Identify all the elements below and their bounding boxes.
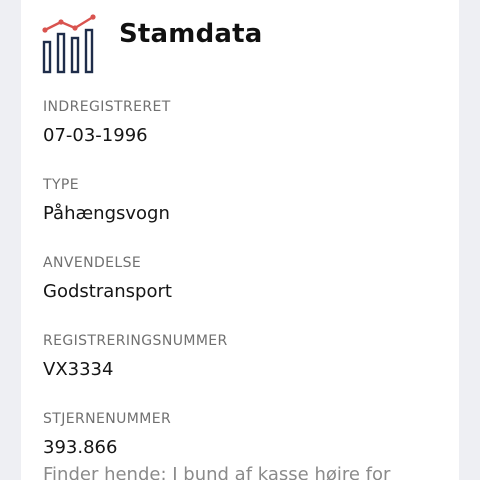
field-usage: ANVENDELSE Godstransport <box>43 254 443 304</box>
field-registered-label: INDREGISTRERET <box>43 99 171 115</box>
field-registration-number-label: REGISTRERINGSNUMMER <box>43 333 228 349</box>
field-registered: INDREGISTRERET 07-03-1996 <box>43 98 443 148</box>
field-type: TYPE Påhængsvogn <box>43 176 443 226</box>
field-star-number-value: 393.866 <box>43 437 118 458</box>
field-registration-number-value: VX3334 <box>43 359 114 380</box>
bar-chart-trend-icon <box>42 14 96 74</box>
card-header: Stamdata <box>21 0 459 80</box>
field-type-value: Påhængsvogn <box>43 203 170 224</box>
field-type-label: TYPE <box>43 177 79 193</box>
field-registration-number: REGISTRERINGSNUMMER VX3334 <box>43 332 443 382</box>
field-usage-value: Godstransport <box>43 281 172 302</box>
field-registered-value: 07-03-1996 <box>43 125 148 146</box>
field-star-number: STJERNENUMMER 393.866 <box>43 410 443 460</box>
field-usage-label: ANVENDELSE <box>43 255 142 271</box>
location-note: Finder hende: I bund af kasse højre for <box>43 464 391 480</box>
field-star-number-label: STJERNENUMMER <box>43 411 172 427</box>
stamdata-card: Stamdata INDREGISTRERET 07-03-1996 TYPE … <box>21 0 459 480</box>
card-title: Stamdata <box>119 19 263 49</box>
